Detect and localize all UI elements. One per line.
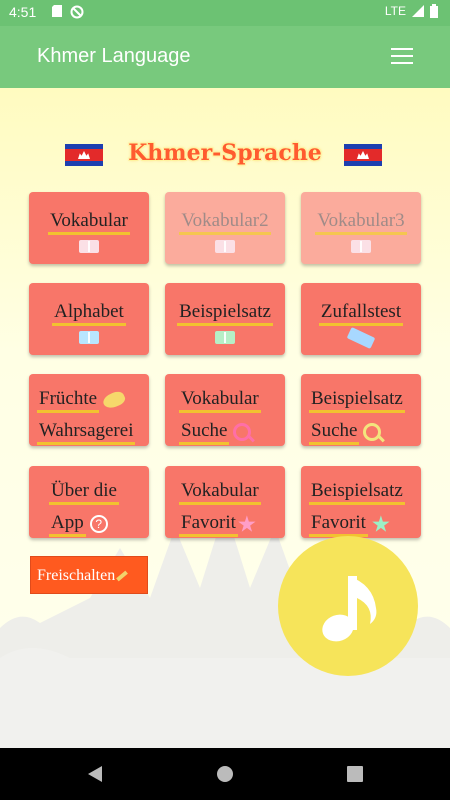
network-type: LTE	[384, 4, 406, 18]
fruit-label: Früchte	[37, 388, 100, 413]
fruit-icon	[101, 389, 127, 412]
music-button[interactable]	[278, 536, 418, 676]
book-icon	[351, 240, 371, 253]
unlock-button[interactable]: Freischalten	[30, 556, 148, 594]
unlock-label: Freischalten	[37, 567, 116, 584]
page-title: Khmer-Sprache	[128, 140, 322, 166]
example-favorite-label-1: Beispielsatz	[309, 480, 405, 505]
example-search-label-2: Suche	[309, 420, 360, 445]
vocabulary-tile[interactable]: Vokabular	[29, 192, 149, 264]
app-title: Khmer Language	[37, 45, 191, 67]
example-sentence-tile[interactable]: Beispielsatz	[165, 283, 285, 355]
status-bar: 4:51 LTE	[0, 0, 450, 26]
search-icon	[233, 423, 252, 442]
header-row: Khmer-Sprache	[0, 140, 450, 170]
vocabulary2-tile[interactable]: Vokabular2	[165, 192, 285, 264]
cambodia-flag-icon	[65, 144, 103, 166]
random-test-label: Zufallstest	[318, 301, 404, 326]
recents-icon[interactable]	[346, 765, 364, 783]
help-icon: ?	[89, 515, 108, 534]
status-notification-icons	[52, 5, 84, 19]
book-icon	[79, 331, 99, 344]
book-icon	[79, 240, 99, 253]
music-note-icon	[322, 576, 377, 642]
vocabulary-favorite-label-2: Favorit	[179, 512, 238, 537]
key-icon	[116, 570, 129, 582]
vocabulary-label: Vokabular	[48, 210, 130, 235]
back-icon[interactable]	[86, 765, 104, 783]
about-label-2: App	[49, 512, 86, 537]
no-sync-icon	[70, 5, 84, 19]
vocabulary3-tile[interactable]: Vokabular3	[301, 192, 421, 264]
alphabet-tile[interactable]: Alphabet	[29, 283, 149, 355]
example-search-label-1: Beispielsatz	[309, 388, 405, 413]
about-app-tile[interactable]: Über die App ?	[29, 466, 149, 538]
fruit-fortune-tile[interactable]: Früchte Wahrsagerei	[29, 374, 149, 446]
app-bar: Khmer Language	[0, 26, 450, 88]
signal-icon	[412, 5, 424, 17]
vocabulary-search-label-2: Suche	[179, 420, 230, 445]
system-nav-bar	[0, 748, 450, 800]
star-icon	[238, 515, 256, 532]
main-content: Khmer-Sprache Vokabular Vokabular2 Vokab…	[0, 88, 450, 748]
about-label-1: Über die	[49, 480, 119, 505]
vocabulary3-label: Vokabular3	[315, 210, 407, 235]
vocabulary-search-tile[interactable]: Vokabular Suche	[165, 374, 285, 446]
vocabulary-search-label-1: Vokabular	[179, 388, 261, 413]
hamburger-menu-icon[interactable]	[391, 48, 413, 66]
random-test-tile[interactable]: Zufallstest	[301, 283, 421, 355]
battery-icon	[430, 4, 438, 18]
vocabulary-favorite-tile[interactable]: Vokabular Favorit	[165, 466, 285, 538]
status-right: LTE	[385, 4, 438, 18]
example-favorite-tile[interactable]: Beispielsatz Favorit	[301, 466, 421, 538]
fortune-label: Wahrsagerei	[37, 420, 136, 445]
book-icon	[215, 331, 235, 344]
sd-card-icon	[52, 5, 62, 17]
vocabulary2-label: Vokabular2	[179, 210, 271, 235]
example-search-tile[interactable]: Beispielsatz Suche	[301, 374, 421, 446]
status-time: 4:51	[9, 4, 37, 20]
cambodia-flag-icon	[344, 144, 382, 166]
star-icon	[372, 515, 390, 532]
vocabulary-favorite-label-1: Vokabular	[179, 480, 261, 505]
search-icon	[363, 423, 382, 442]
example-sentence-label: Beispielsatz	[177, 301, 273, 326]
alphabet-label: Alphabet	[52, 301, 126, 326]
home-icon[interactable]	[216, 765, 234, 783]
example-favorite-label-2: Favorit	[309, 512, 368, 537]
book-icon	[215, 240, 235, 253]
tag-icon	[346, 327, 376, 349]
